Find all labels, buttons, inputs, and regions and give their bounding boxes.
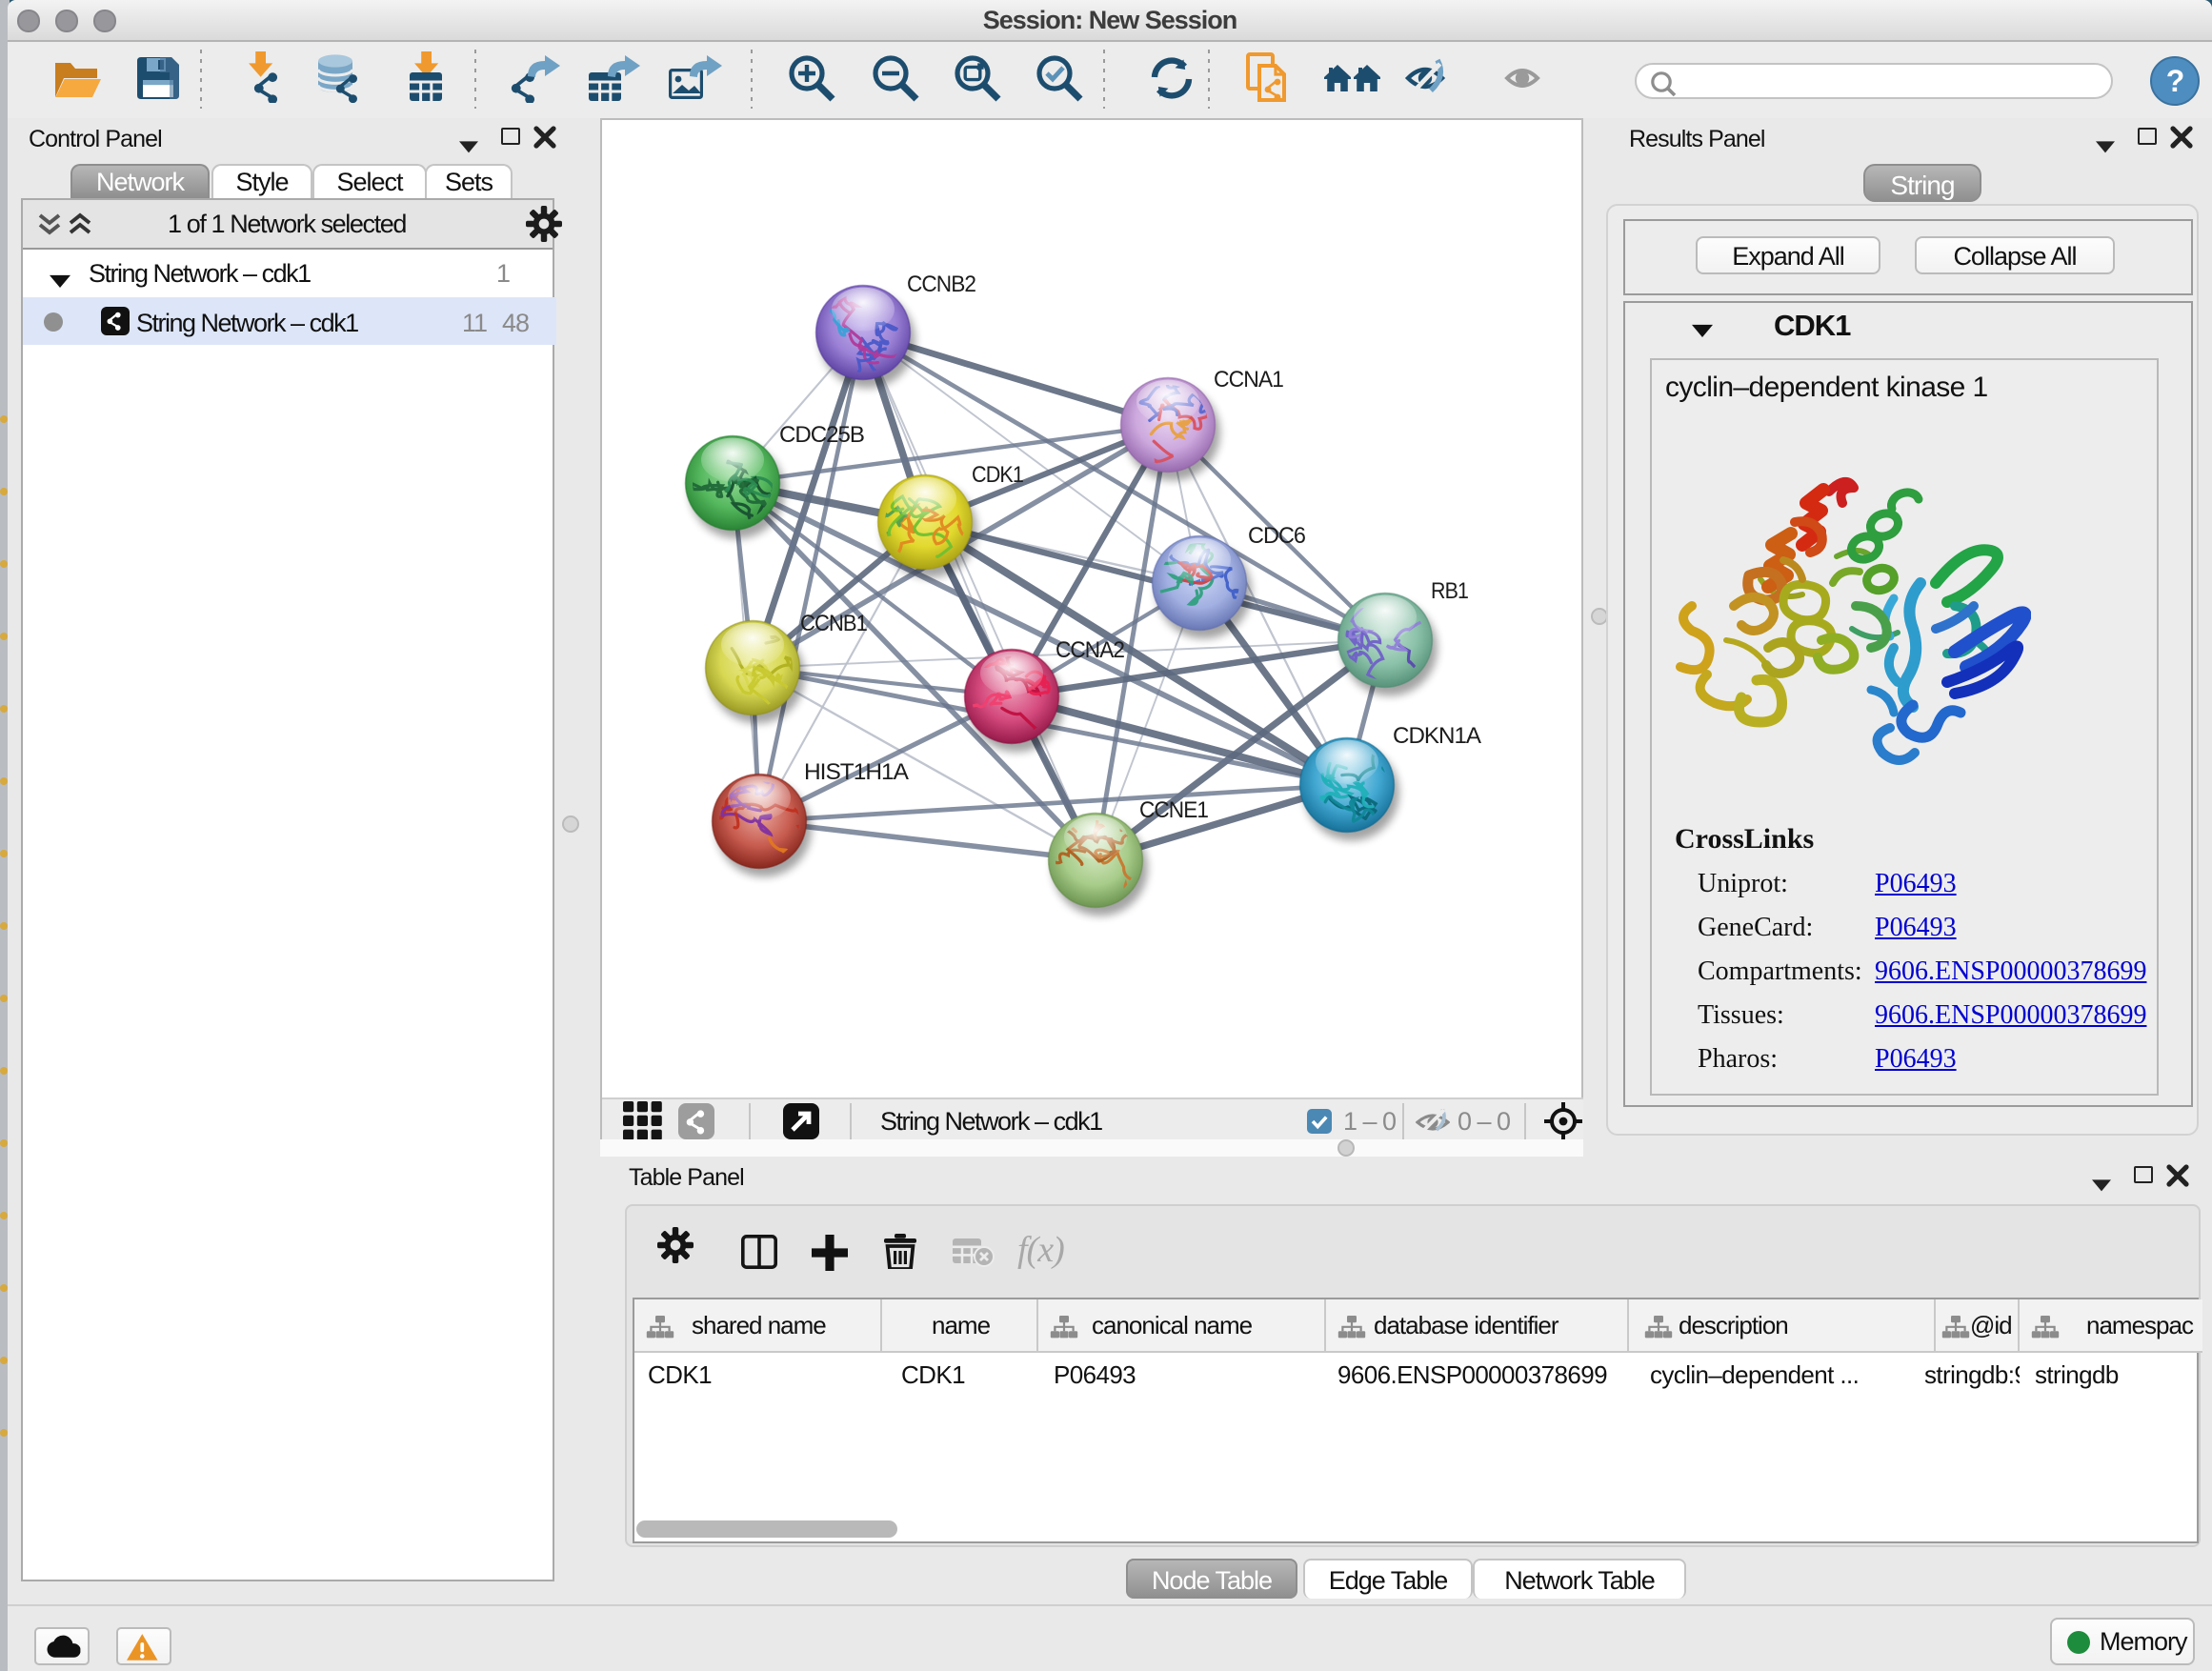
svg-text:CCNB2: CCNB2	[907, 272, 975, 297]
svg-text:CDK1: CDK1	[972, 462, 1023, 488]
svg-text:RB1: RB1	[1431, 578, 1468, 604]
svg-text:CDC6: CDC6	[1248, 523, 1305, 549]
svg-text:CCNA1: CCNA1	[1214, 367, 1283, 393]
svg-text:HIST1H1A: HIST1H1A	[804, 759, 910, 785]
svg-text:CDC25B: CDC25B	[779, 422, 864, 448]
svg-text:CDKN1A: CDKN1A	[1393, 723, 1482, 749]
svg-text:CCNE1: CCNE1	[1139, 797, 1208, 823]
svg-text:?: ?	[2166, 64, 2184, 98]
svg-text:f(x): f(x)	[1017, 1231, 1064, 1269]
svg-text:CCNA2: CCNA2	[1056, 637, 1124, 663]
svg-text:CCNB1: CCNB1	[800, 611, 867, 636]
